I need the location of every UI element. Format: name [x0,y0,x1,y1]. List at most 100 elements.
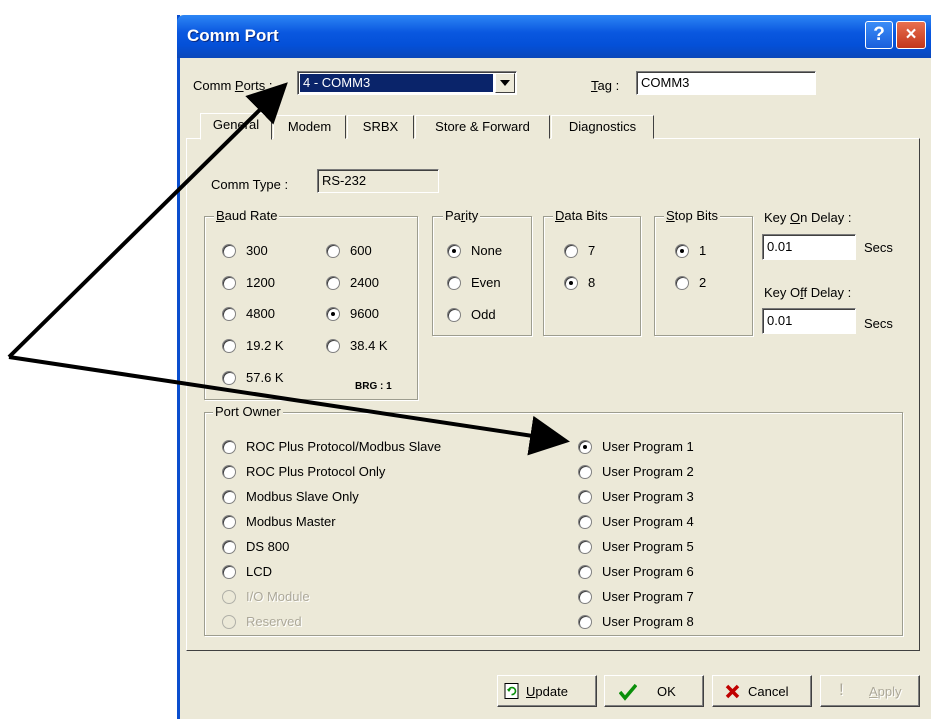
owner-i-o-module-label: I/O Module [246,589,310,604]
comm-ports-value: 4 - COMM3 [303,75,371,90]
owner-user-program-5-radio[interactable] [578,540,592,554]
stop-bits-1-radio[interactable] [675,244,689,258]
owner-user-program-8-label[interactable]: User Program 8 [602,614,694,629]
baud-9600-radio[interactable] [326,307,340,321]
tab-srbx[interactable]: SRBX [347,115,414,139]
stop-bits-1-label[interactable]: 1 [699,243,706,258]
owner-lcd-label[interactable]: LCD [246,564,272,579]
data-bits-8-radio[interactable] [564,276,578,290]
baud-576k-radio[interactable] [222,371,236,385]
data-bits-8-label[interactable]: 8 [588,275,595,290]
refresh-document-icon [504,683,519,699]
data-bits-7-label[interactable]: 7 [588,243,595,258]
owner-user-program-1-label[interactable]: User Program 1 [602,439,694,454]
data-bits-7-radio[interactable] [564,244,578,258]
cancel-button[interactable]: Cancel [712,675,812,707]
owner-user-program-7-label[interactable]: User Program 7 [602,589,694,604]
tab-general[interactable]: General [200,113,272,140]
parity-none-label[interactable]: None [471,243,502,258]
chevron-down-icon [500,80,510,86]
owner-reserved-label: Reserved [246,614,302,629]
owner-roc-plus-protocol-only-label[interactable]: ROC Plus Protocol Only [246,464,385,479]
close-button[interactable]: × [896,21,926,49]
parity-odd-label[interactable]: Odd [471,307,496,322]
owner-ds-800-label[interactable]: DS 800 [246,539,289,554]
stop-bits-2-radio[interactable] [675,276,689,290]
cancel-label: Cancel [748,684,789,699]
baud-600-radio[interactable] [326,244,340,258]
owner-user-program-4-radio[interactable] [578,515,592,529]
owner-modbus-slave-only-radio[interactable] [222,490,236,504]
baud-300-radio[interactable] [222,244,236,258]
tag-value: COMM3 [641,75,690,90]
tag-label: Tag : [591,78,620,93]
owner-modbus-master-label[interactable]: Modbus Master [246,514,336,529]
comm-type-field: RS-232 [317,169,439,193]
parity-odd-radio[interactable] [447,308,461,322]
dropdown-arrow-button[interactable] [495,73,515,93]
window-title: Comm Port [187,26,279,45]
owner-user-program-3-radio[interactable] [578,490,592,504]
owner-user-program-4-label[interactable]: User Program 4 [602,514,694,529]
baud-1200-radio[interactable] [222,276,236,290]
tag-input[interactable]: COMM3 [636,71,816,95]
ok-button[interactable]: OK [604,675,704,707]
baud-384k-label[interactable]: 38.4 K [350,338,388,353]
owner-user-program-5-label[interactable]: User Program 5 [602,539,694,554]
owner-user-program-8-radio[interactable] [578,615,592,629]
apply-button[interactable]: ! Apply [820,675,920,707]
data-bits-legend: Data Bits [553,208,610,223]
comm-type-label: Comm Type : [211,177,289,192]
parity-even-label[interactable]: Even [471,275,501,290]
owner-lcd-radio[interactable] [222,565,236,579]
tab-modem[interactable]: Modem [273,115,346,139]
owner-roc-plus-protocol-modbus-slave-label[interactable]: ROC Plus Protocol/Modbus Slave [246,439,441,454]
baud-600-label[interactable]: 600 [350,243,372,258]
exclamation-icon: ! [839,680,844,699]
owner-user-program-3-label[interactable]: User Program 3 [602,489,694,504]
baud-300-label[interactable]: 300 [246,243,268,258]
apply-label: Apply [869,684,902,699]
owner-roc-plus-protocol-only-radio[interactable] [222,465,236,479]
owner-roc-plus-protocol-modbus-slave-radio[interactable] [222,440,236,454]
baud-192k-radio[interactable] [222,339,236,353]
baud-192k-label[interactable]: 19.2 K [246,338,284,353]
baud-2400-radio[interactable] [326,276,340,290]
baud-rate-legend: Baud Rate [214,208,280,223]
key-on-delay-input[interactable]: 0.01 [762,234,856,260]
owner-user-program-6-label[interactable]: User Program 6 [602,564,694,579]
comm-ports-dropdown[interactable]: 4 - COMM3 [297,71,517,95]
baud-1200-label[interactable]: 1200 [246,275,275,290]
owner-modbus-master-radio[interactable] [222,515,236,529]
tab-store-forward[interactable]: Store & Forward [415,115,550,139]
key-off-delay-input[interactable]: 0.01 [762,308,856,334]
baud-576k-label[interactable]: 57.6 K [246,370,284,385]
owner-user-program-7-radio[interactable] [578,590,592,604]
baud-rate-group [204,216,418,400]
owner-user-program-6-radio[interactable] [578,565,592,579]
owner-modbus-slave-only-label[interactable]: Modbus Slave Only [246,489,359,504]
stop-bits-2-label[interactable]: 2 [699,275,706,290]
check-icon [619,683,637,701]
key-off-delay-unit: Secs [864,316,893,331]
tab-diagnostics[interactable]: Diagnostics [551,115,654,139]
parity-even-radio[interactable] [447,276,461,290]
port-owner-legend: Port Owner [213,404,283,419]
parity-none-radio[interactable] [447,244,461,258]
owner-user-program-2-label[interactable]: User Program 2 [602,464,694,479]
owner-ds-800-radio[interactable] [222,540,236,554]
title-bar[interactable]: Comm Port ? × [177,15,931,58]
comm-ports-label: Comm Ports : [193,78,273,93]
baud-4800-radio[interactable] [222,307,236,321]
baud-9600-label[interactable]: 9600 [350,306,379,321]
baud-384k-radio[interactable] [326,339,340,353]
close-x-icon [725,684,740,699]
baud-2400-label[interactable]: 2400 [350,275,379,290]
update-button[interactable]: Update [497,675,597,707]
baud-4800-label[interactable]: 4800 [246,306,275,321]
owner-user-program-2-radio[interactable] [578,465,592,479]
brg-label: BRG : 1 [355,381,392,392]
owner-user-program-1-radio[interactable] [578,440,592,454]
help-button[interactable]: ? [865,21,893,49]
owner-i-o-module-radio [222,590,236,604]
